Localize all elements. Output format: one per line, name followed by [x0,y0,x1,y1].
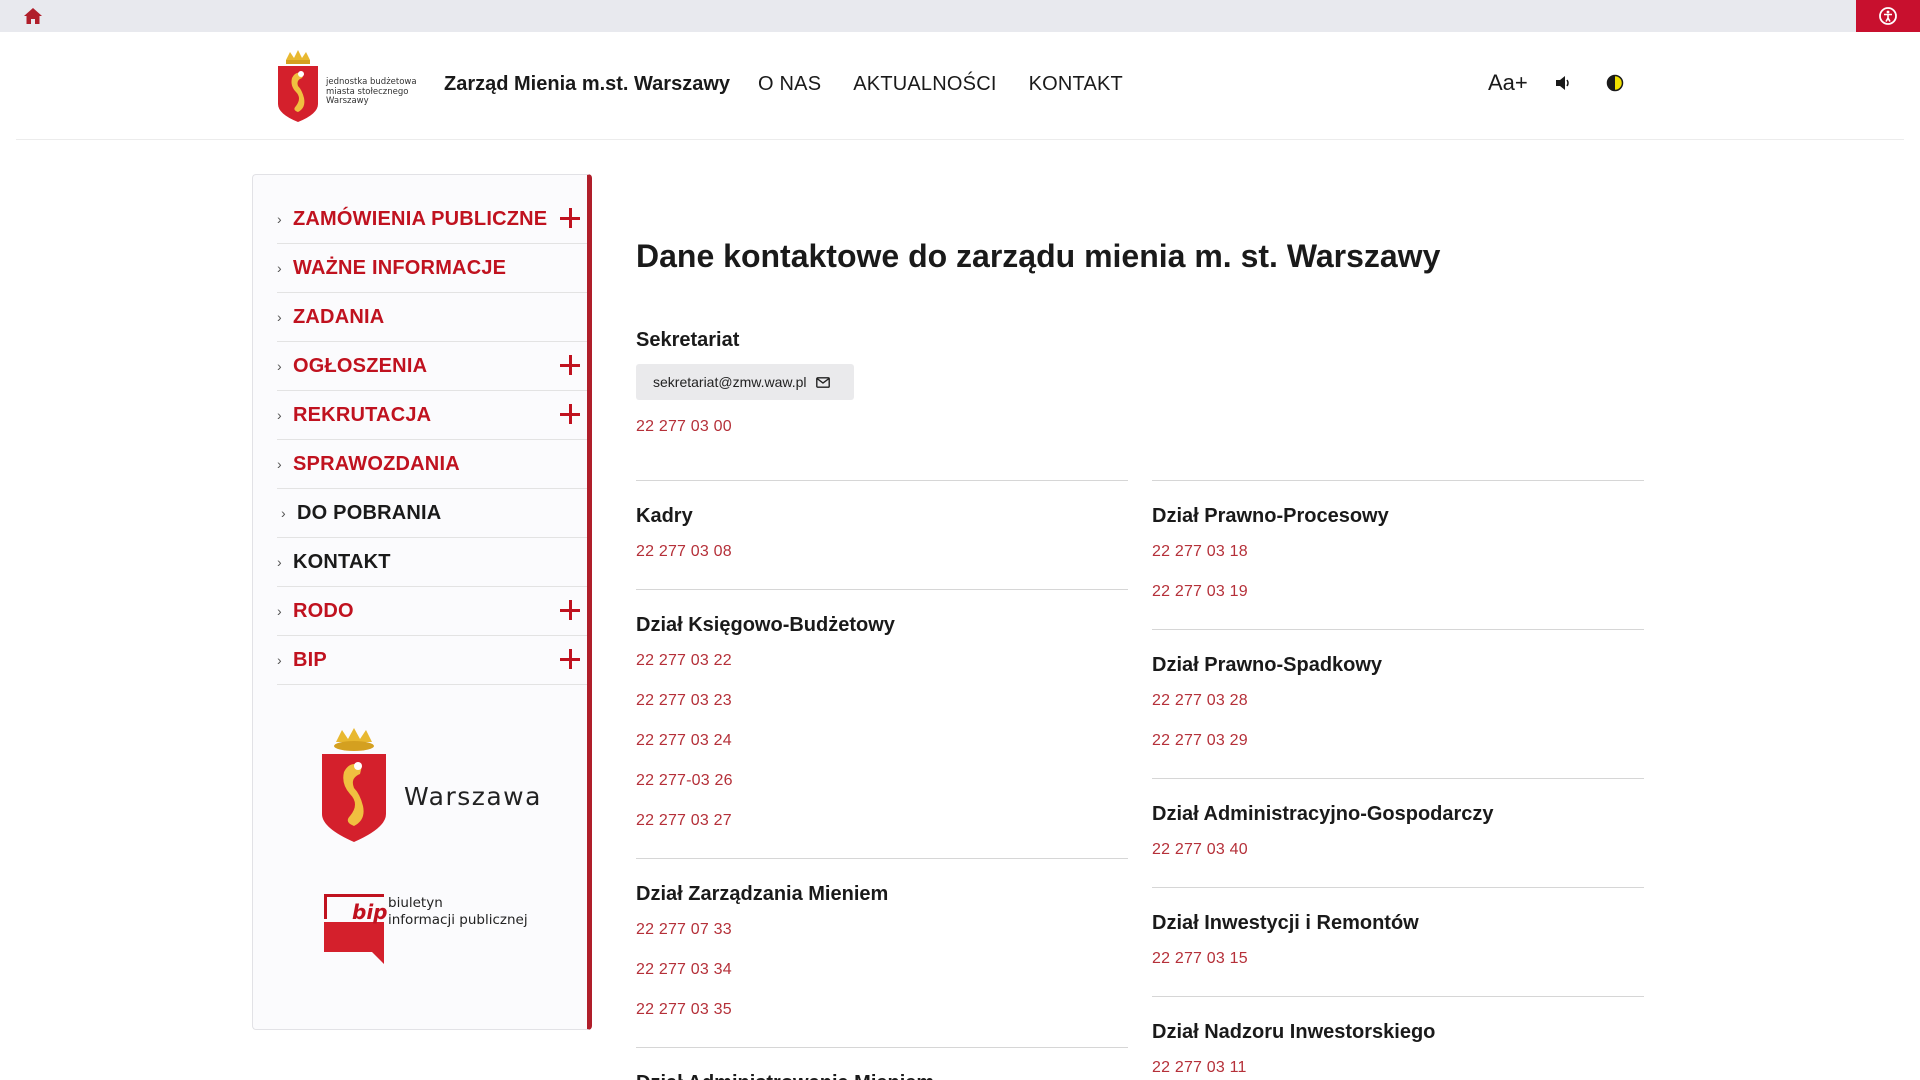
site-title[interactable]: Zarząd Mienia m.st. Warszawy [444,73,730,96]
section-title: Kadry [636,505,693,527]
section-title: Dział Administrowania Mieniem [636,1072,934,1080]
phone-link[interactable]: 22 277 03 18 [1152,543,1248,561]
phone-link[interactable]: 22 277 03 27 [636,812,732,830]
sidebar-item[interactable]: › BIP [277,636,587,685]
section-divider [1152,996,1644,997]
warszawa-logo-text: Warszawa [404,782,542,811]
section-title: Dział Nadzoru Inwestorskiego [1152,1021,1436,1043]
bip-word: bip [352,900,388,924]
chevron-right-icon: › [277,456,282,472]
accessibility-tools: Aa+ [1488,70,1624,96]
nav-aktualnosci[interactable]: AKTUALNOŚCI [853,73,996,96]
phone-link[interactable]: 22 277 03 35 [636,1001,732,1019]
contrast-icon[interactable] [1606,74,1624,92]
sidebar-item[interactable]: › WAŻNE INFORMACJE [277,244,587,293]
phone-link[interactable]: 22 277 03 29 [1152,732,1248,750]
phone-link[interactable]: 22 277 07 33 [636,921,732,939]
warszawa-logo[interactable]: Warszawa [316,728,540,848]
section-title: Dział Prawno-Procesowy [1152,505,1389,527]
speaker-icon[interactable] [1554,73,1574,93]
sidebar-item[interactable]: › DO POBRANIA [277,489,587,538]
sidebar-item[interactable]: › ZAMÓWIENIA PUBLICZNE [277,195,587,244]
bip-logo[interactable]: bip biuletyn informacji publicznej [322,892,542,968]
chevron-right-icon: › [277,407,282,423]
phone-link[interactable]: 22 277 03 00 [636,418,732,436]
sidebar-item-label: REKRUTACJA [293,403,432,426]
envelope-icon [816,376,831,388]
phone-link[interactable]: 22 277 03 08 [636,543,732,561]
chevron-right-icon: › [277,603,282,619]
page-title: Dane kontaktowe do zarządu mienia m. st.… [636,238,1441,274]
section-divider [1152,887,1644,888]
sidebar-item-label: WAŻNE INFORMACJE [293,256,507,279]
phone-link[interactable]: 22 277 03 28 [1152,692,1248,710]
main-nav: O NAS AKTUALNOŚCI KONTAKT [758,73,1123,96]
phone-link[interactable]: 22 277 03 23 [636,692,732,710]
phone-link[interactable]: 22 277 03 24 [636,732,732,750]
home-icon[interactable] [22,6,44,26]
chevron-right-icon: › [277,260,282,276]
sidebar-item-label: SPRAWOZDANIA [293,452,460,475]
chevron-right-icon: › [277,309,282,325]
sidebar-item-label: RODO [293,599,354,622]
section-title: Dział Prawno-Spadkowy [1152,654,1383,676]
sidebar-item[interactable]: › REKRUTACJA [277,391,587,440]
sidebar-item-label: DO POBRANIA [297,501,442,524]
phone-link[interactable]: 22 277 03 19 [1152,583,1248,601]
sidebar-item-label: KONTAKT [293,550,391,573]
header-divider [16,139,1904,140]
section-title: Dział Zarządzania Mieniem [636,883,889,905]
plus-icon[interactable] [559,403,581,425]
bip-description: biuletyn informacji publicznej [388,895,528,928]
section-divider [1152,480,1644,481]
section-divider [636,1047,1128,1048]
chevron-right-icon: › [281,505,286,521]
section-divider [636,480,1128,481]
phone-link[interactable]: 22 277 03 15 [1152,950,1248,968]
section-sekretariat-title: Sekretariat [636,329,740,351]
plus-icon[interactable] [559,354,581,376]
phone-link[interactable]: 22 277 03 40 [1152,841,1248,859]
chevron-right-icon: › [277,211,282,227]
top-utility-bar [0,0,1920,32]
logo-caption: jednostka budżetowa miasta stołecznego W… [326,77,417,106]
chevron-right-icon: › [277,652,282,668]
sidebar-item-label: OGŁOSZENIA [293,354,428,377]
section-divider [636,589,1128,590]
section-title: Dział Inwestycji i Remontów [1152,912,1419,934]
email-address: sekretariat@zmw.waw.pl [653,374,807,390]
plus-icon[interactable] [559,599,581,621]
nav-kontakt[interactable]: KONTAKT [1029,73,1123,96]
phone-link[interactable]: 22 277-03 26 [636,772,733,790]
chevron-right-icon: › [277,358,282,374]
accessibility-icon[interactable] [1856,0,1920,32]
section-title: Dział Administracyjno-Gospodarczy [1152,803,1494,825]
section-title: Dział Księgowo-Budżetowy [636,614,895,636]
sidebar-item[interactable]: › ZADANIA [277,293,587,342]
section-divider [1152,629,1644,630]
email-button[interactable]: sekretariat@zmw.waw.pl [636,364,854,400]
sidebar-item[interactable]: › OGŁOSZENIA [277,342,587,391]
plus-icon[interactable] [559,648,581,670]
plus-icon[interactable] [559,207,581,229]
zmw-logo[interactable]: jednostka budżetowa miasta stołecznego W… [274,48,420,124]
sidebar-item-label: BIP [293,648,327,671]
section-divider [1152,778,1644,779]
phone-link[interactable]: 22 277 03 34 [636,961,732,979]
sidebar-item-label: ZADANIA [293,305,385,328]
nav-o-nas[interactable]: O NAS [758,73,821,96]
section-divider [636,858,1128,859]
phone-link[interactable]: 22 277 03 11 [1152,1059,1247,1077]
phone-link[interactable]: 22 277 03 22 [636,652,732,670]
sidebar-menu: › ZAMÓWIENIA PUBLICZNE › WAŻNE INFORMACJE › Z… [277,195,587,685]
chevron-right-icon: › [277,554,282,570]
sidebar-item[interactable]: › KONTAKT [277,538,587,587]
sidebar-item[interactable]: › SPRAWOZDANIA [277,440,587,489]
font-size-button[interactable]: Aa+ [1488,70,1528,96]
sidebar-item[interactable]: › RODO [277,587,587,636]
sidebar-item-label: ZAMÓWIENIA PUBLICZNE [293,207,548,230]
